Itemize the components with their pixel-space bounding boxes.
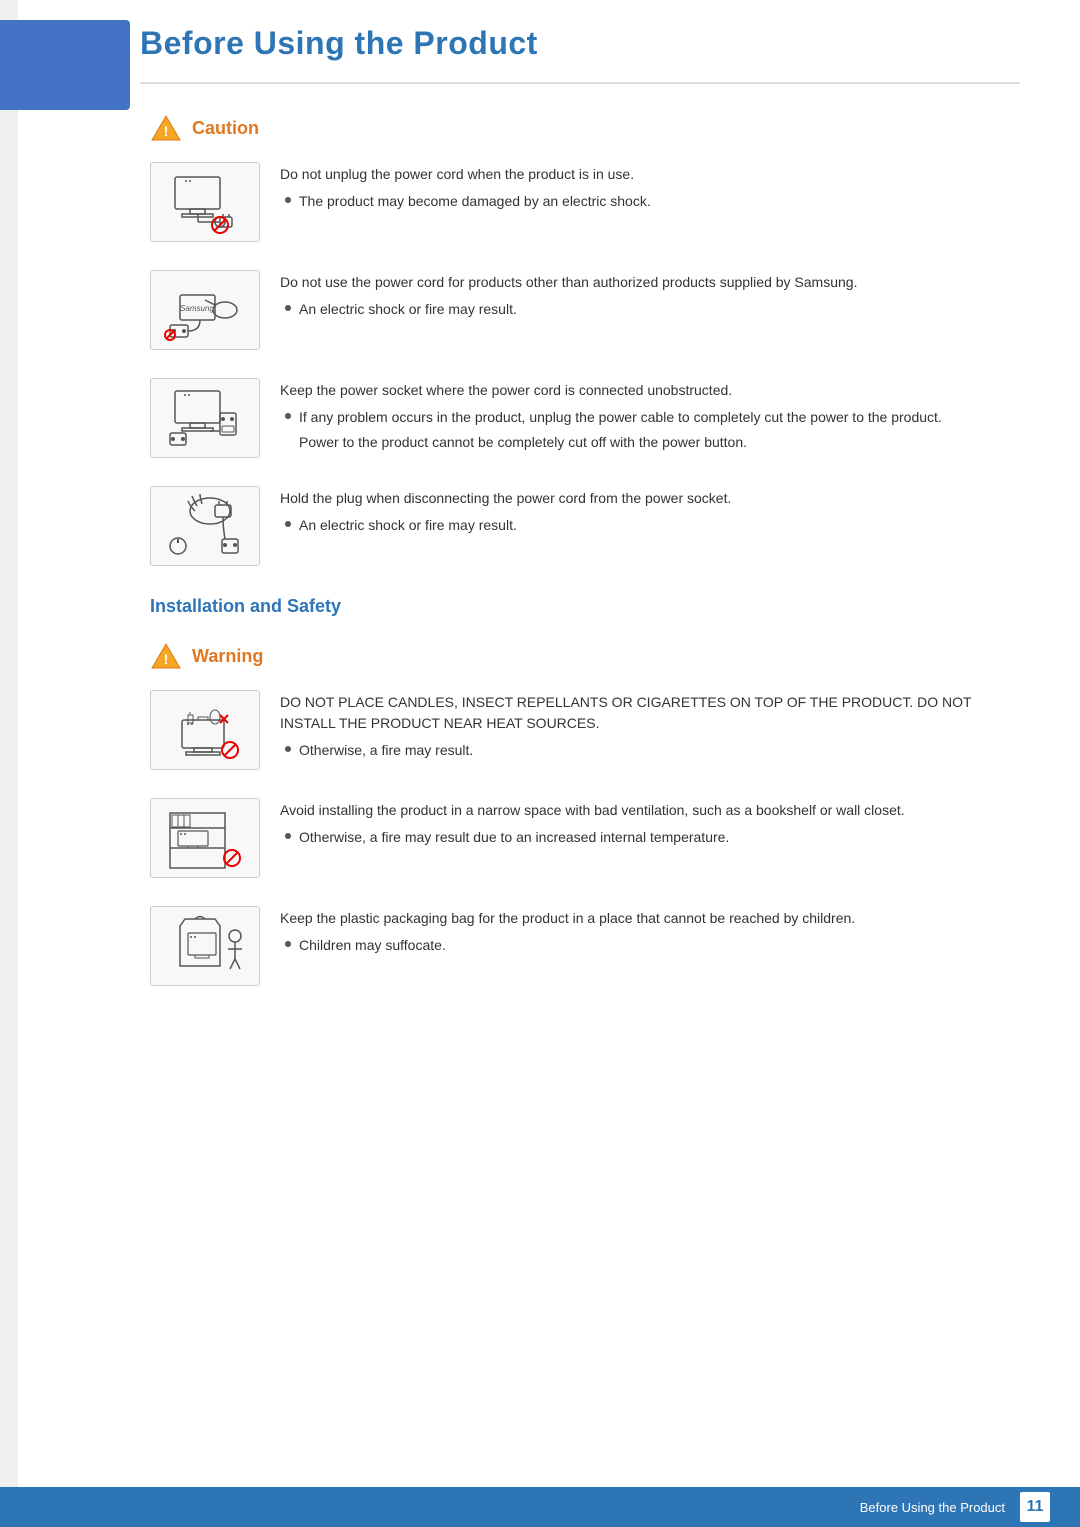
warning-item-3-text: Keep the plastic packaging bag for the p… <box>280 906 1010 960</box>
caution-image-4 <box>150 486 260 566</box>
bullet-dot <box>285 413 291 419</box>
svg-text:!: ! <box>164 123 169 139</box>
warning-header: ! Warning <box>150 642 1010 670</box>
bullet-text: An electric shock or fire may result. <box>299 299 517 320</box>
caution-item-3-text: Keep the power socket where the power co… <box>280 378 1010 453</box>
warning-item-1-bullet-1: Otherwise, a fire may result. <box>280 740 1010 761</box>
caution-item-2-bullet-1: An electric shock or fire may result. <box>280 299 1010 320</box>
caution-item-2-main: Do not use the power cord for products o… <box>280 272 1010 293</box>
caution-item-4: Hold the plug when disconnecting the pow… <box>150 486 1010 566</box>
warning-triangle-icon: ! <box>150 642 182 670</box>
page-header: Before Using the Product <box>140 0 1020 84</box>
bullet-text: If any problem occurs in the product, un… <box>299 407 942 428</box>
bullet-dot <box>285 833 291 839</box>
page-footer: Before Using the Product 11 <box>0 1487 1080 1527</box>
caution-item-4-bullet-1: An electric shock or fire may result. <box>280 515 1010 536</box>
bullet-dot <box>285 197 291 203</box>
warning-image-3 <box>150 906 260 986</box>
warning-item-1-main: DO NOT PLACE CANDLES, INSECT REPELLANTS … <box>280 692 1010 734</box>
bullet-dot <box>285 305 291 311</box>
svg-text:Samsung: Samsung <box>180 304 214 313</box>
caution-image-1 <box>150 162 260 242</box>
caution-item-3-main: Keep the power socket where the power co… <box>280 380 1010 401</box>
caution-item-1-bullet-1: The product may become damaged by an ele… <box>280 191 1010 212</box>
svg-text:!: ! <box>164 651 169 667</box>
caution-item-3-subnote: Power to the product cannot be completel… <box>280 432 1010 453</box>
page-title: Before Using the Product <box>140 25 1020 62</box>
caution-item-2-text: Do not use the power cord for products o… <box>280 270 1010 324</box>
caution-item-3-bullet-1: If any problem occurs in the product, un… <box>280 407 1010 428</box>
caution-item-1: Do not unplug the power cord when the pr… <box>150 162 1010 242</box>
caution-item-1-text: Do not unplug the power cord when the pr… <box>280 162 1010 216</box>
bullet-text: Otherwise, a fire may result due to an i… <box>299 827 729 848</box>
warning-item-3: Keep the plastic packaging bag for the p… <box>150 906 1010 986</box>
caution-item-2: Samsung Do not use the power cord for pr… <box>150 270 1010 350</box>
warning-section: ! Warning <box>150 642 1010 986</box>
bullet-dot <box>285 746 291 752</box>
warning-image-2 <box>150 798 260 878</box>
warning-item-2: Avoid installing the product in a narrow… <box>150 798 1010 878</box>
blue-decorative-tab <box>0 20 130 110</box>
warning-item-1: DO NOT PLACE CANDLES, INSECT REPELLANTS … <box>150 690 1010 770</box>
caution-image-3 <box>150 378 260 458</box>
left-accent-bar <box>0 0 18 1527</box>
installation-section-title: Installation and Safety <box>150 596 1010 617</box>
warning-item-1-text: DO NOT PLACE CANDLES, INSECT REPELLANTS … <box>280 690 1010 765</box>
warning-item-2-bullet-1: Otherwise, a fire may result due to an i… <box>280 827 1010 848</box>
caution-item-4-main: Hold the plug when disconnecting the pow… <box>280 488 1010 509</box>
warning-item-3-bullet-1: Children may suffocate. <box>280 935 1010 956</box>
warning-item-2-text: Avoid installing the product in a narrow… <box>280 798 1010 852</box>
caution-item-3: Keep the power socket where the power co… <box>150 378 1010 458</box>
bullet-text: The product may become damaged by an ele… <box>299 191 651 212</box>
page-number: 11 <box>1020 1492 1050 1522</box>
caution-image-2: Samsung <box>150 270 260 350</box>
caution-item-1-main: Do not unplug the power cord when the pr… <box>280 164 1010 185</box>
warning-item-2-main: Avoid installing the product in a narrow… <box>280 800 1010 821</box>
bullet-text: Otherwise, a fire may result. <box>299 740 473 761</box>
main-content: ! Caution <box>150 84 1010 986</box>
bullet-text: Children may suffocate. <box>299 935 446 956</box>
caution-section: ! Caution <box>150 114 1010 566</box>
bullet-dot <box>285 941 291 947</box>
bullet-dot <box>285 521 291 527</box>
bullet-text: An electric shock or fire may result. <box>299 515 517 536</box>
warning-label: Warning <box>192 646 263 667</box>
caution-triangle-icon: ! <box>150 114 182 142</box>
caution-item-4-text: Hold the plug when disconnecting the pow… <box>280 486 1010 540</box>
caution-label: Caution <box>192 118 259 139</box>
warning-item-3-main: Keep the plastic packaging bag for the p… <box>280 908 1010 929</box>
caution-header: ! Caution <box>150 114 1010 142</box>
warning-image-1 <box>150 690 260 770</box>
footer-label: Before Using the Product <box>860 1500 1005 1515</box>
